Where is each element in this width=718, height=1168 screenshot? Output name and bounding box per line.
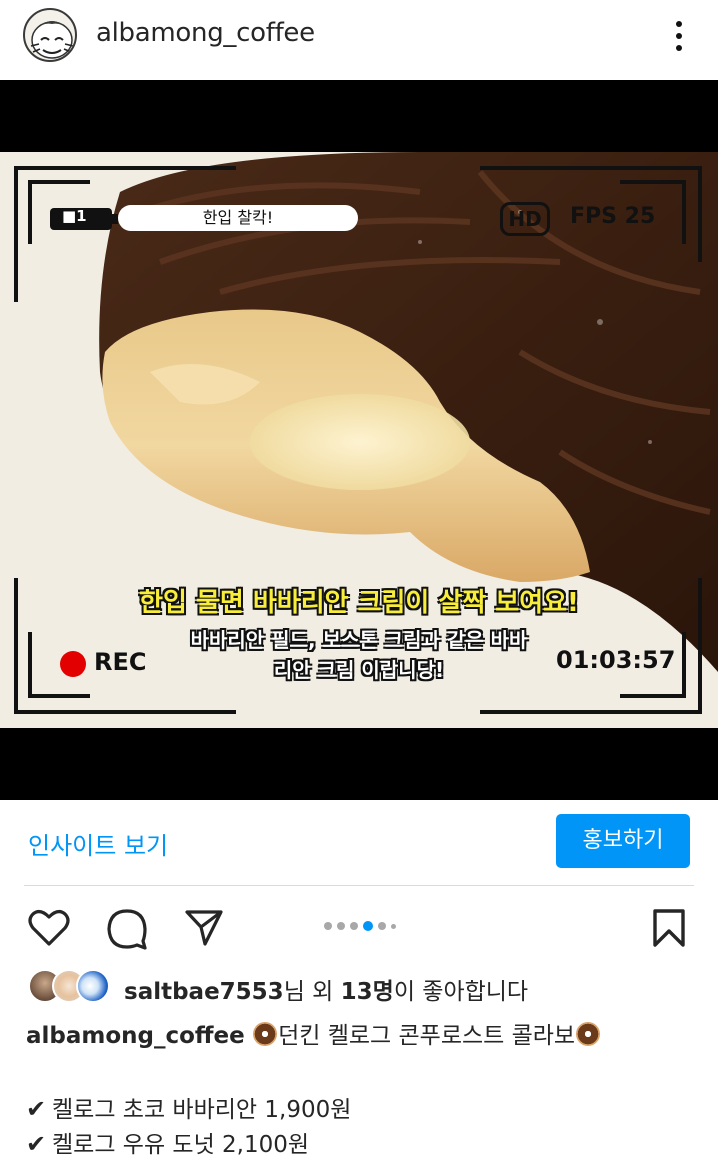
likes-summary[interactable]: saltbae7553님 외 13명이 좋아합니다 bbox=[26, 966, 706, 1010]
likes-count[interactable]: 13명 bbox=[341, 979, 394, 1005]
carousel-dot bbox=[391, 923, 396, 929]
battery-text: ■1 bbox=[62, 207, 87, 225]
timecode: 01:03:57 bbox=[556, 646, 676, 674]
donut-emoji-icon bbox=[576, 1022, 601, 1046]
likes-text: saltbae7553님 외 13명이 좋아합니다 bbox=[124, 972, 528, 1006]
checkmark-icon: ✔ bbox=[26, 1130, 47, 1158]
menu-item-text: 켈로그 초코 바바리안 1,900원 bbox=[52, 1097, 352, 1123]
insights-row: 인사이트 보기 홍보하기 bbox=[0, 800, 718, 886]
post-caption: albamong_coffee 던킨 켈로그 콘푸로스트 콜라보 bbox=[26, 1016, 706, 1050]
carousel-dot-active bbox=[363, 921, 373, 931]
send-icon[interactable] bbox=[184, 908, 224, 952]
more-vertical-icon[interactable] bbox=[664, 16, 694, 56]
list-item: ✔ 켈로그 우유 도넛 2,100원 bbox=[26, 1125, 706, 1160]
post-media[interactable]: ■1 한입 찰칵! HD FPS 25 한입 물면 바바리안 크림이 살짝 보여… bbox=[0, 80, 718, 800]
donut-emoji-icon bbox=[253, 1022, 278, 1046]
avatar bbox=[76, 969, 110, 1003]
menu-item-text: 켈로그 우유 도넛 2,100원 bbox=[52, 1132, 310, 1158]
caption-username[interactable]: albamong_coffee bbox=[26, 1023, 245, 1049]
overlay-label: 한입 찰칵! bbox=[118, 205, 358, 231]
carousel-indicator bbox=[324, 920, 396, 932]
caption-text: 던킨 켈로그 콘푸로스트 콜라보 bbox=[278, 1023, 576, 1049]
carousel-dot bbox=[324, 922, 332, 930]
list-item: ✔ 켈로그 초코 바바리안 1,900원 bbox=[26, 1090, 706, 1125]
fps-label: FPS 25 bbox=[570, 204, 656, 229]
bookmark-icon[interactable] bbox=[652, 908, 686, 952]
liker-avatars bbox=[26, 969, 116, 1005]
hd-badge: HD bbox=[500, 202, 550, 236]
carousel-dot bbox=[337, 922, 345, 930]
promote-button[interactable]: 홍보하기 bbox=[556, 814, 690, 868]
rec-label: REC bbox=[94, 648, 147, 676]
carousel-dot bbox=[350, 922, 358, 930]
carousel-dot bbox=[378, 922, 386, 930]
view-insights-link[interactable]: 인사이트 보기 bbox=[28, 826, 168, 861]
likes-suffix-2: 이 좋아합니다 bbox=[393, 979, 529, 1005]
checkmark-icon: ✔ bbox=[26, 1095, 47, 1123]
likes-suffix: 님 외 bbox=[283, 979, 341, 1005]
subtitle-main: 한입 물면 바바리안 크림이 살짝 보여요! bbox=[139, 588, 579, 618]
heart-icon[interactable] bbox=[28, 908, 70, 952]
comment-icon[interactable] bbox=[106, 908, 148, 954]
profile-avatar[interactable] bbox=[23, 8, 77, 62]
record-dot-icon bbox=[60, 651, 86, 677]
post-actions-bar bbox=[0, 886, 718, 966]
post-header: albamong_coffee bbox=[0, 0, 718, 80]
liker-username[interactable]: saltbae7553 bbox=[124, 979, 284, 1005]
menu-list: ✔ 켈로그 초코 바바리안 1,900원 ✔ 켈로그 우유 도넛 2,100원 bbox=[26, 1090, 706, 1160]
overlay-label-pill: ■1 한입 찰칵! bbox=[50, 205, 360, 233]
post-username[interactable]: albamong_coffee bbox=[96, 18, 315, 48]
